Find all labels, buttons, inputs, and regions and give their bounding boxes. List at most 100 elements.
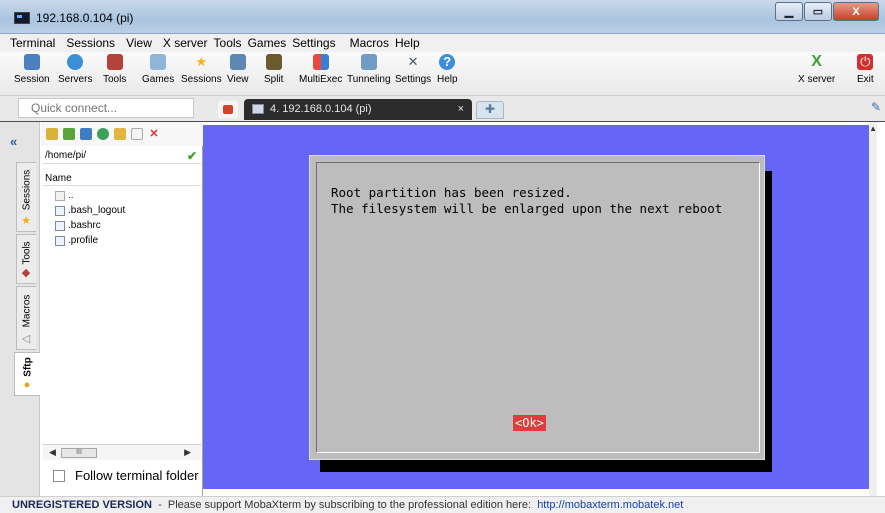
menu-tools[interactable]: Tools (214, 36, 242, 50)
xserver-button[interactable]: X X server (798, 54, 835, 86)
sftp-icon: ● (23, 379, 31, 391)
list-item[interactable]: .bashrc (55, 218, 125, 233)
split-icon (265, 54, 282, 70)
parent-folder-icon[interactable] (46, 128, 58, 140)
dialog-message: Root partition has been resized. The fil… (331, 185, 723, 216)
list-item[interactable]: .profile (55, 233, 125, 248)
sessions-button[interactable]: ★ Sessions (181, 54, 222, 85)
help-button[interactable]: ? Help (437, 54, 458, 85)
session-button[interactable]: Session (14, 54, 50, 85)
ok-button[interactable]: <Ok> (513, 415, 546, 431)
games-icon (150, 54, 167, 70)
status-bar: UNREGISTERED VERSION - Please support Mo… (0, 496, 885, 513)
close-window-button[interactable]: X (833, 2, 879, 21)
servers-icon (67, 54, 84, 70)
macro-icon: ◁ (21, 333, 31, 345)
tab-sessions[interactable]: Sessions ★ (16, 162, 36, 232)
scroll-left-icon[interactable]: ◀ (49, 447, 56, 458)
pen-icon[interactable]: ✎ (871, 101, 883, 113)
games-button[interactable]: Games (142, 54, 174, 85)
dialog-frame: Root partition has been resized. The fil… (316, 162, 760, 453)
follow-checkbox[interactable] (53, 469, 65, 482)
file-icon (55, 220, 65, 231)
settings-button[interactable]: ✕ Settings (395, 54, 431, 85)
unregistered-label: UNREGISTERED VERSION (12, 499, 152, 511)
star-icon: ★ (21, 215, 31, 227)
minimize-button[interactable]: ▁ (775, 2, 803, 21)
menu-terminal[interactable]: Terminal (10, 36, 55, 50)
menu-view[interactable]: View (126, 36, 152, 50)
home-tab[interactable] (218, 101, 238, 118)
tab-label: 4. 192.168.0.104 (pi) (270, 103, 372, 115)
scroll-right-icon[interactable]: ▶ (184, 447, 191, 458)
multiexec-icon (312, 54, 329, 70)
file-icon (55, 205, 65, 216)
tab-tools[interactable]: Tools ◆ (16, 234, 36, 284)
exit-button[interactable]: ⏻ Exit (857, 54, 874, 85)
menu-xserver[interactable]: X server (163, 36, 208, 50)
main-toolbar: Session Servers Tools Games ★ Sessions V… (0, 52, 885, 96)
scroll-up-icon[interactable]: ▲ (869, 124, 877, 133)
resize-dialog: Root partition has been resized. The fil… (309, 155, 765, 460)
monitor-icon (252, 104, 264, 114)
view-button[interactable]: View (227, 54, 249, 85)
multiexec-button[interactable]: MultiExec (299, 54, 342, 85)
maximize-button[interactable]: ▭ (804, 2, 832, 21)
menu-help[interactable]: Help (395, 36, 420, 50)
sftp-toolbar: ✕ (41, 122, 203, 146)
terminal-area[interactable]: Root partition has been resized. The fil… (203, 122, 877, 496)
tab-sftp[interactable]: Sftp ● (14, 352, 40, 396)
title-bar: 192.168.0.104 (pi) ▁ ▭ X (0, 0, 885, 34)
view-icon (229, 54, 246, 70)
star-icon: ★ (195, 54, 208, 69)
tools-icon: ◆ (21, 267, 31, 279)
tunneling-button[interactable]: Tunneling (347, 54, 391, 85)
menu-settings[interactable]: Settings (292, 36, 335, 50)
file-icon (55, 235, 65, 246)
mobatek-link[interactable]: http://mobaxterm.mobatek.net (537, 499, 683, 511)
parent-dir-icon (55, 190, 65, 201)
menu-bar: Terminal Sessions View X server Tools Ga… (0, 34, 885, 52)
sftp-panel: ✕ /home/pi/ ✔ Name .. .bash_logout .bash… (41, 122, 203, 496)
file-list: .. .bash_logout .bashrc .profile (55, 188, 125, 248)
refresh-icon[interactable] (97, 128, 109, 140)
menu-macros[interactable]: Macros (350, 36, 389, 50)
tools-button[interactable]: Tools (103, 54, 126, 85)
tools-icon (106, 54, 123, 70)
new-tab-button[interactable]: ✚ (476, 101, 504, 119)
new-folder-icon[interactable] (114, 128, 126, 140)
window-controls: ▁ ▭ X (774, 2, 879, 21)
new-file-icon[interactable] (131, 128, 143, 140)
download-icon[interactable] (63, 128, 75, 140)
close-tab-icon[interactable]: × (458, 103, 464, 115)
name-column-header[interactable]: Name (43, 172, 201, 186)
window-title: 192.168.0.104 (pi) (36, 11, 134, 25)
collapse-sidebar-icon[interactable]: « (10, 134, 17, 149)
power-icon: ⏻ (857, 54, 874, 70)
menu-sessions[interactable]: Sessions (66, 36, 115, 50)
side-tab-strip: « Sessions ★ Tools ◆ Macros ◁ Sftp ● (0, 122, 40, 496)
follow-terminal-folder[interactable]: Follow terminal folder (53, 468, 199, 483)
split-button[interactable]: Split (264, 54, 283, 85)
sftp-path[interactable]: /home/pi/ ✔ (43, 148, 201, 164)
tab-session-192-168-0-104[interactable]: 4. 192.168.0.104 (pi) × (244, 99, 472, 120)
horizontal-scrollbar[interactable]: ◀ III ▶ (43, 444, 201, 460)
scroll-thumb[interactable]: III (61, 448, 97, 458)
servers-button[interactable]: Servers (58, 54, 92, 85)
terminal-screen[interactable]: Root partition has been resized. The fil… (203, 125, 873, 489)
app-icon (14, 12, 30, 24)
tab-bar: 4. 192.168.0.104 (pi) × ✚ ✎ (0, 96, 885, 122)
checkmark-icon: ✔ (186, 149, 197, 163)
vertical-scrollbar[interactable]: ▲ (869, 122, 877, 496)
menu-games[interactable]: Games (248, 36, 287, 50)
tab-macros[interactable]: Macros ◁ (16, 286, 36, 350)
session-icon (23, 54, 40, 70)
tunneling-icon (360, 54, 377, 70)
upload-icon[interactable] (80, 128, 92, 140)
list-item[interactable]: .bash_logout (55, 203, 125, 218)
quick-connect-input[interactable] (18, 98, 194, 118)
settings-icon: ✕ (407, 54, 419, 69)
support-message: - Please support MobaXterm by subscribin… (151, 499, 538, 511)
list-item[interactable]: .. (55, 188, 125, 203)
delete-icon[interactable]: ✕ (148, 128, 160, 140)
